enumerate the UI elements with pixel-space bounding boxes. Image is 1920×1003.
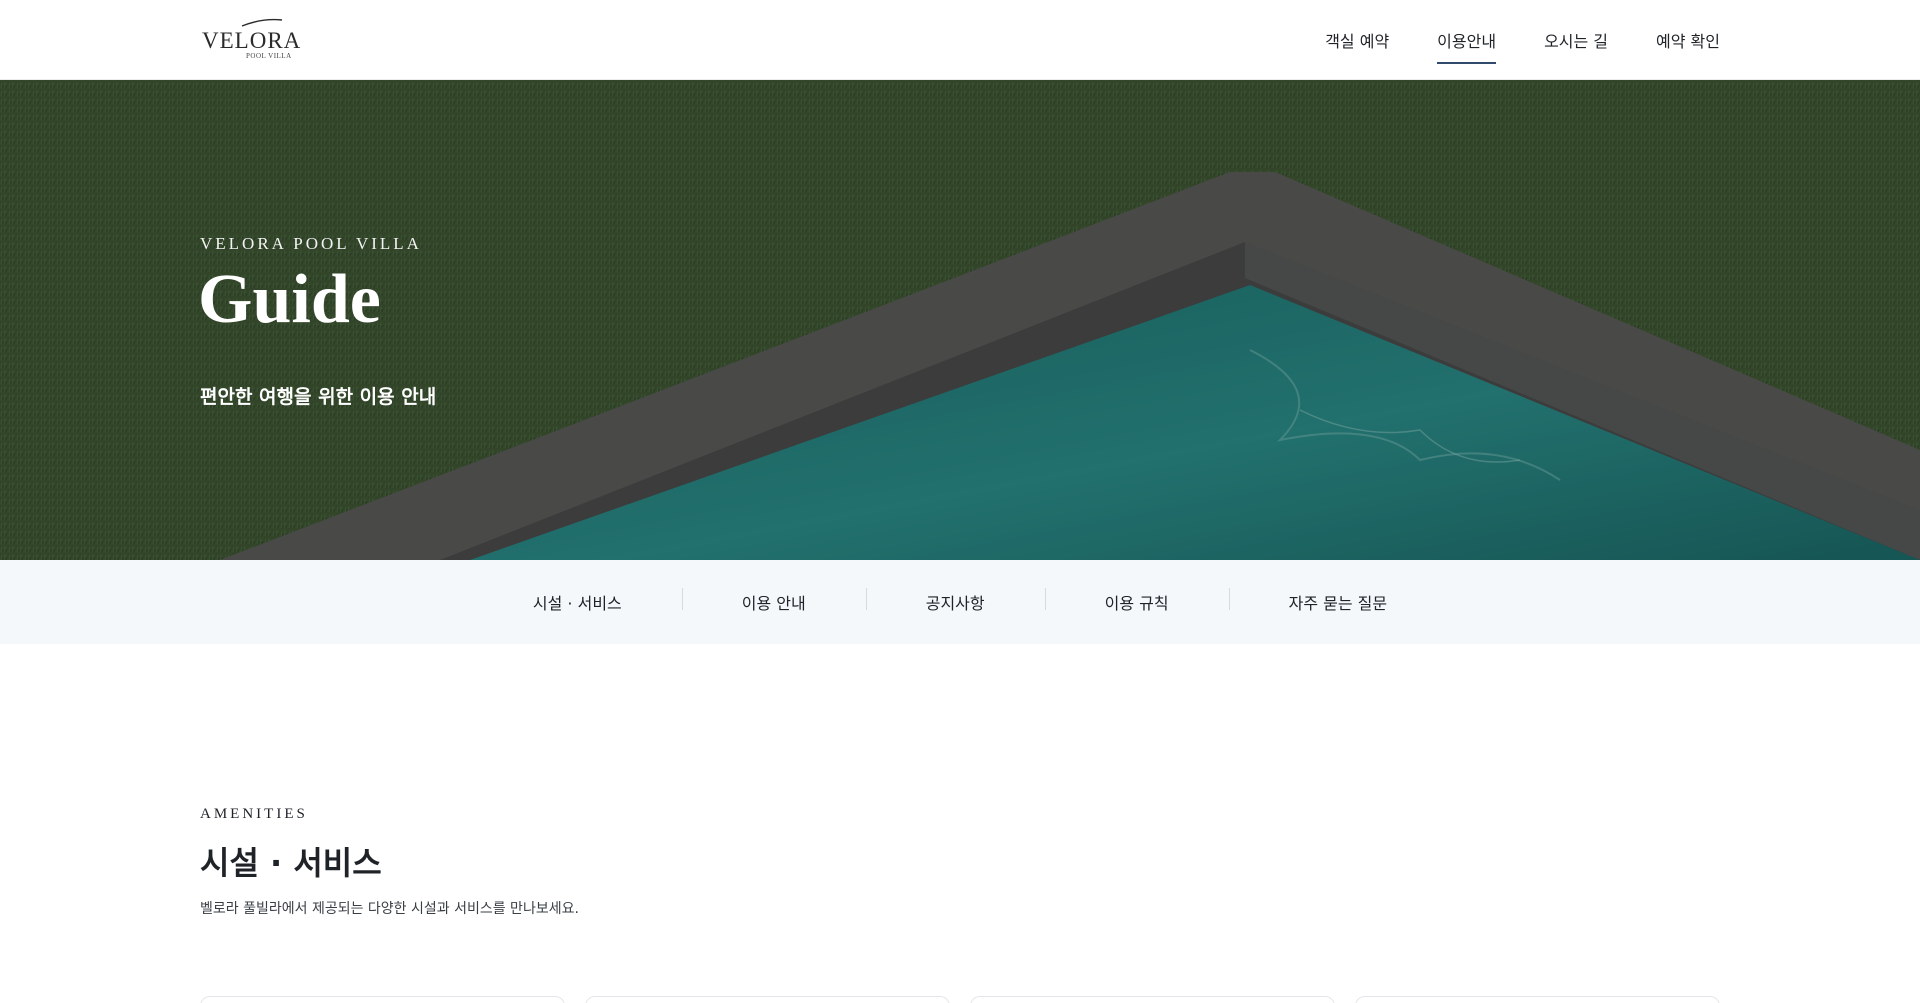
amenity-card[interactable] bbox=[1355, 996, 1720, 1003]
logo-wordmark: VELORA bbox=[202, 28, 302, 53]
subnav-amenities[interactable]: 시설 · 서비스 bbox=[473, 590, 682, 614]
velora-logo[interactable]: VELORA POOL VILLA bbox=[200, 18, 300, 62]
site-header: VELORA POOL VILLA 객실 예약 이용안내 오시는 길 예약 확인 bbox=[0, 0, 1920, 80]
nav-room-booking[interactable]: 객실 예약 bbox=[1325, 18, 1389, 62]
logo-subtitle: POOL VILLA bbox=[246, 52, 292, 60]
subnav-faq[interactable]: 자주 묻는 질문 bbox=[1228, 588, 1448, 614]
subnav-usage[interactable]: 이용 안내 bbox=[681, 588, 866, 614]
amenity-card[interactable] bbox=[970, 996, 1335, 1003]
amenity-cards bbox=[200, 996, 1720, 1003]
nav-booking-check[interactable]: 예약 확인 bbox=[1656, 18, 1720, 62]
nav-guide[interactable]: 이용안내 bbox=[1437, 18, 1496, 64]
subnav-notices[interactable]: 공지사항 bbox=[865, 588, 1045, 614]
amenity-card[interactable] bbox=[585, 996, 950, 1003]
hero-subtitle: 편안한 여행을 위한 이용 안내 bbox=[200, 386, 437, 408]
guide-subnav: 시설 · 서비스 이용 안내 공지사항 이용 규칙 자주 묻는 질문 bbox=[0, 560, 1920, 644]
amenity-card[interactable] bbox=[200, 996, 565, 1003]
section-title: 시설 · 서비스 bbox=[200, 844, 382, 882]
section-eyebrow: AMENITIES bbox=[200, 806, 308, 822]
hero-eyebrow: VELORA POOL VILLA bbox=[200, 234, 422, 253]
logo-swoosh-icon bbox=[241, 18, 283, 27]
section-description: 벨로라 풀빌라에서 제공되는 다양한 시설과 서비스를 만나보세요. bbox=[200, 901, 579, 917]
subnav-rules[interactable]: 이용 규칙 bbox=[1044, 588, 1229, 614]
main-nav: 객실 예약 이용안내 오시는 길 예약 확인 bbox=[1325, 0, 1720, 80]
nav-directions[interactable]: 오시는 길 bbox=[1544, 18, 1608, 62]
hero-banner: VELORA POOL VILLA Guide 편안한 여행을 위한 이용 안내 bbox=[0, 80, 1920, 560]
hero-title: Guide bbox=[198, 261, 381, 338]
